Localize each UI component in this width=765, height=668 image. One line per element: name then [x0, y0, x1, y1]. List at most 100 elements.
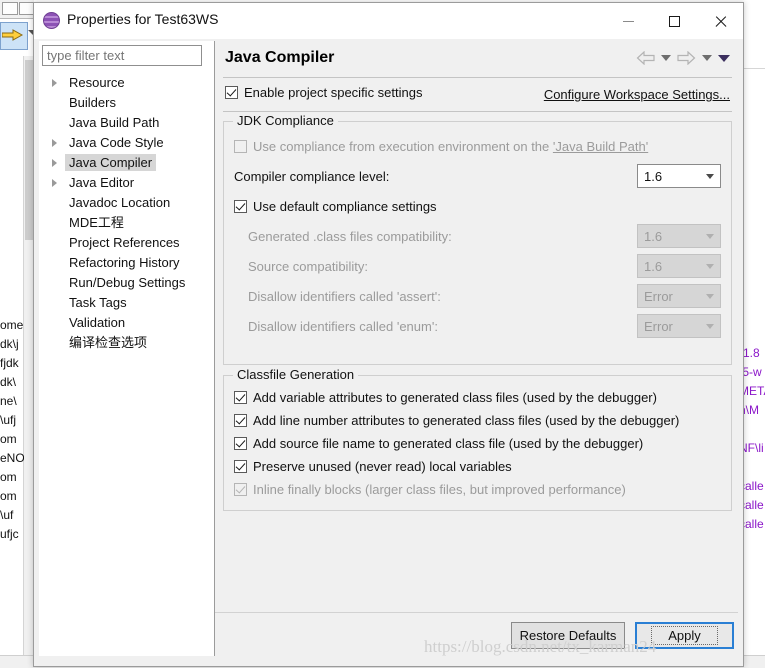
- compliance-level-dropdown[interactable]: 1.6: [637, 164, 721, 188]
- sidebar-item-project-references[interactable]: Project References: [39, 233, 214, 253]
- sidebar-item-label: Javadoc Location: [69, 195, 171, 210]
- sidebar-item-label: Java Compiler: [65, 154, 157, 171]
- configure-workspace-settings-link[interactable]: Configure Workspace Settings...: [544, 87, 730, 102]
- backdrop-text-line: ufjc: [0, 527, 19, 541]
- sidebar-item-label: Task Tags: [69, 295, 127, 310]
- enable-project-specific-checkbox[interactable]: Enable project specific settings: [225, 85, 422, 100]
- classfile-option-checkbox[interactable]: Add variable attributes to generated cla…: [234, 390, 657, 405]
- sidebar-item-label: Java Code Style: [69, 135, 164, 150]
- backdrop-text-line: \uf: [0, 508, 14, 522]
- sidebar-item-java-compiler[interactable]: Java Compiler: [39, 153, 214, 173]
- sidebar-item-mde[interactable]: MDE工程: [39, 213, 214, 233]
- backdrop-text-line: dk\: [0, 375, 17, 389]
- sidebar-item-java-code-style[interactable]: Java Code Style: [39, 133, 214, 153]
- classfile-generation-group: Classfile Generation Add variable attrib…: [223, 367, 732, 511]
- classfile-option-row: Inline finally blocks (larger class file…: [234, 478, 723, 501]
- classfile-options-list: Add variable attributes to generated cla…: [234, 386, 723, 501]
- classfile-option-row: Add line number attributes to generated …: [234, 409, 723, 432]
- classfile-generation-title: Classfile Generation: [233, 367, 359, 382]
- apply-button[interactable]: Apply: [635, 622, 734, 649]
- sidebar-item-resource[interactable]: Resource: [39, 73, 214, 93]
- enable-project-specific-label: Enable project specific settings: [244, 85, 423, 100]
- classfile-option-label: Preserve unused (never read) local varia…: [253, 459, 512, 474]
- classfile-option-row: Preserve unused (never read) local varia…: [234, 455, 723, 478]
- class-file-compatibility-value: 1.6: [644, 228, 663, 244]
- settings-tree-pane: Resource Builders Java Build Path Java Code…: [39, 41, 215, 656]
- sidebar-item-label: Builders: [69, 95, 116, 110]
- sidebar-item-label: Project References: [69, 235, 180, 250]
- yellow-arrow-icon: [2, 29, 24, 41]
- sidebar-item-label: Refactoring History: [69, 255, 180, 270]
- view-menu-chevron-down-icon[interactable]: [718, 54, 730, 62]
- classfile-option-row: Add variable attributes to generated cla…: [234, 386, 723, 409]
- close-button[interactable]: [697, 3, 743, 39]
- backdrop-text-line: dk\j: [0, 337, 19, 351]
- chevron-right-icon[interactable]: [52, 79, 57, 87]
- maximize-button[interactable]: [651, 3, 697, 39]
- sidebar-item-label: Validation: [69, 315, 126, 330]
- checkbox-box: [225, 86, 238, 99]
- backdrop-toolbar-button-1: [2, 2, 18, 15]
- checkbox-box: [234, 437, 247, 450]
- compliance-level-label: Compiler compliance level:: [234, 168, 390, 184]
- checkbox-box: [234, 139, 247, 153]
- sidebar-item-validation[interactable]: Validation: [39, 313, 214, 333]
- jdk-compliance-title: JDK Compliance: [233, 113, 338, 128]
- use-execution-environment-checkbox[interactable]: Use compliance from execution environmen…: [234, 139, 648, 154]
- sidebar-item-java-build-path[interactable]: Java Build Path: [39, 113, 214, 133]
- sidebar-item-label: Java Editor: [69, 175, 135, 190]
- search-input[interactable]: [43, 46, 201, 65]
- filter-box[interactable]: [42, 45, 202, 66]
- classfile-option-checkbox[interactable]: Preserve unused (never read) local varia…: [234, 459, 512, 474]
- class-file-compatibility-dropdown: 1.6: [637, 224, 721, 248]
- properties-dialog: Properties for Test63WS Resource Builders…: [33, 2, 744, 667]
- chevron-down-icon: [706, 233, 714, 239]
- sidebar-item-javadoc-location[interactable]: Javadoc Location: [39, 193, 214, 213]
- disallow-assert-value: Error: [644, 288, 673, 304]
- sidebar-item-label: Resource: [69, 75, 125, 90]
- page-nav-icons: [636, 51, 730, 65]
- sidebar-item-refactoring-history[interactable]: Refactoring History: [39, 253, 214, 273]
- disallow-assert-dropdown: Error: [637, 284, 721, 308]
- classfile-option-label: Add variable attributes to generated cla…: [253, 390, 657, 405]
- forward-arrow-icon[interactable]: [677, 51, 696, 65]
- use-execution-environment-row: Use compliance from execution environmen…: [234, 134, 721, 158]
- java-build-path-link[interactable]: 'Java Build Path': [553, 139, 648, 154]
- enable-divider: [223, 111, 732, 112]
- back-menu-chevron-down-icon[interactable]: [661, 55, 671, 61]
- forward-menu-chevron-down-icon[interactable]: [702, 55, 712, 61]
- classfile-option-checkbox[interactable]: Add line number attributes to generated …: [234, 413, 679, 428]
- use-default-compliance-label: Use default compliance settings: [253, 198, 437, 214]
- source-compatibility-dropdown: 1.6: [637, 254, 721, 278]
- use-execution-environment-label: Use compliance from execution environmen…: [253, 138, 649, 154]
- chevron-right-icon[interactable]: [52, 159, 57, 167]
- chevron-right-icon[interactable]: [52, 139, 57, 147]
- sidebar-item-run-debug-settings[interactable]: Run/Debug Settings: [39, 273, 214, 293]
- sidebar-item-label: Java Build Path: [69, 115, 160, 130]
- page-title: Java Compiler: [225, 49, 335, 66]
- restore-defaults-button[interactable]: Restore Defaults: [511, 622, 625, 649]
- sidebar-item-task-tags[interactable]: Task Tags: [39, 293, 214, 313]
- classfile-option-checkbox[interactable]: Add source file name to generated class …: [234, 436, 643, 451]
- window-controls: [605, 3, 743, 39]
- backdrop-text-line: om: [0, 432, 17, 446]
- dialog-titlebar: Properties for Test63WS: [34, 3, 743, 39]
- use-default-compliance-checkbox[interactable]: Use default compliance settings: [234, 199, 437, 214]
- checkbox-box: [234, 199, 247, 213]
- back-arrow-icon[interactable]: [636, 51, 655, 65]
- checkbox-box: [234, 483, 247, 496]
- sidebar-item-builders[interactable]: Builders: [39, 93, 214, 113]
- eclipse-sphere-icon: [43, 12, 60, 29]
- settings-tree: Resource Builders Java Build Path Java Code…: [39, 73, 214, 353]
- sidebar-item-label: 编译检查选项: [69, 335, 148, 350]
- minimize-icon: [622, 20, 634, 22]
- disallow-enum-value: Error: [644, 318, 673, 334]
- minimize-button[interactable]: [605, 3, 651, 39]
- backdrop-text-line: ne\: [0, 394, 17, 408]
- sidebar-item-label: Run/Debug Settings: [69, 275, 186, 290]
- sidebar-item-java-editor[interactable]: Java Editor: [39, 173, 214, 193]
- chevron-right-icon[interactable]: [52, 179, 57, 187]
- checkbox-box: [234, 391, 247, 404]
- settings-content-pane: Java Compiler Enable project specific se…: [215, 41, 738, 661]
- sidebar-item-[interactable]: 编译检查选项: [39, 333, 214, 353]
